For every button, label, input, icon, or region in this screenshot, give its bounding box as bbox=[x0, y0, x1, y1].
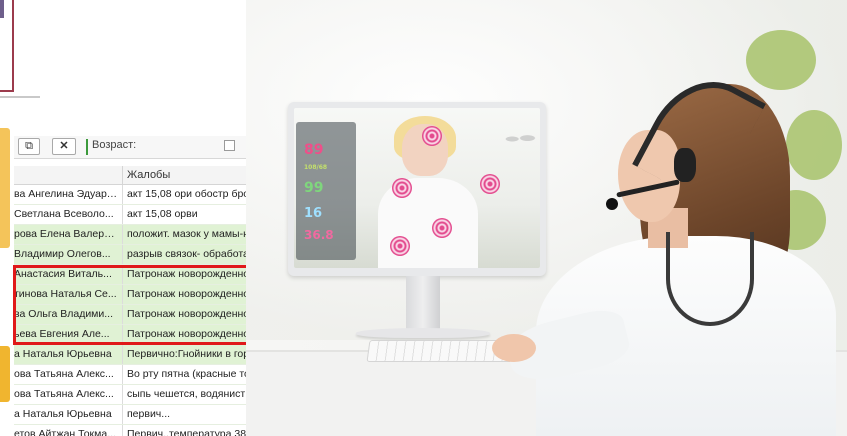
scan-target-icon bbox=[422, 126, 442, 146]
column-divider bbox=[122, 365, 123, 384]
age-filter-label: Возраст: bbox=[92, 139, 137, 151]
patient-name-cell[interactable]: ова Татьяна Алекс... bbox=[14, 388, 120, 400]
column-divider bbox=[122, 425, 123, 436]
doctor-hand bbox=[492, 334, 536, 362]
column-divider bbox=[122, 305, 123, 324]
patient-name-cell[interactable]: Анастасия Виталь... bbox=[14, 268, 120, 280]
scan-target-icon bbox=[432, 218, 452, 238]
copy-button[interactable]: ⧉ bbox=[18, 138, 40, 155]
plant-foliage bbox=[746, 30, 816, 90]
scan-target-icon bbox=[480, 174, 500, 194]
column-divider bbox=[122, 185, 123, 204]
temperature-value: 36.8 bbox=[304, 228, 334, 242]
patient-name-cell[interactable]: Светлана Всеволо... bbox=[14, 208, 120, 220]
column-divider bbox=[122, 345, 123, 364]
patient-name-cell[interactable]: ва Ангелина Эдуард... bbox=[14, 188, 120, 200]
oxygen-value: 99 bbox=[304, 180, 324, 196]
world-map-icon bbox=[502, 130, 536, 148]
column-divider bbox=[122, 225, 123, 244]
column-divider bbox=[122, 245, 123, 264]
patient-name-cell[interactable]: ова Татьяна Алекс... bbox=[14, 368, 120, 380]
patient-name-cell[interactable]: рова Елена Валерье... bbox=[14, 228, 120, 240]
headset-microphone bbox=[606, 198, 618, 210]
computer-monitor: 89 108/68 99 16 36.8 bbox=[288, 102, 546, 276]
medical-records-app: ⧉ ✕ Возраст: Жалобы ва Ангелина Эдуард..… bbox=[0, 0, 288, 436]
window-frame-corner bbox=[0, 0, 14, 92]
telemedicine-photo: 89 108/68 99 16 36.8 bbox=[246, 0, 847, 436]
column-divider bbox=[122, 285, 123, 304]
respiration-value: 16 bbox=[304, 206, 323, 221]
column-divider bbox=[122, 265, 123, 284]
column-divider bbox=[122, 405, 123, 424]
patient-name-cell[interactable]: етов Айтжан Токма... bbox=[14, 428, 120, 436]
monitor-stand bbox=[406, 276, 440, 334]
patient-name-cell[interactable]: ва Ольга Владими... bbox=[14, 308, 120, 320]
heart-rate-value: 89 bbox=[304, 142, 324, 158]
patient-name-cell[interactable]: а Наталья Юрьевна bbox=[14, 408, 120, 420]
scan-target-icon bbox=[390, 236, 410, 256]
blood-pressure-value: 108/68 bbox=[304, 164, 328, 171]
headset-earpiece bbox=[674, 148, 696, 182]
vitals-panel: 89 108/68 99 16 36.8 bbox=[296, 122, 356, 260]
column-divider[interactable] bbox=[122, 166, 123, 184]
sidebar-tab-marker[interactable] bbox=[0, 346, 10, 402]
patient-name-cell[interactable]: а Наталья Юрьевна bbox=[14, 348, 120, 360]
divider bbox=[0, 96, 40, 98]
toolbar-separator bbox=[86, 139, 88, 155]
sidebar-tab-marker[interactable] bbox=[0, 128, 10, 248]
age-filter-checkbox[interactable] bbox=[224, 140, 235, 151]
delete-button[interactable]: ✕ bbox=[52, 138, 76, 155]
column-header-complaints[interactable]: Жалобы bbox=[127, 169, 170, 181]
video-call-screen: 89 108/68 99 16 36.8 bbox=[294, 108, 540, 268]
monitor-base bbox=[356, 328, 490, 338]
column-divider bbox=[122, 385, 123, 404]
patient-name-cell[interactable]: Владимир Олегов... bbox=[14, 248, 120, 260]
column-divider bbox=[122, 325, 123, 344]
stethoscope bbox=[666, 232, 754, 326]
scan-target-icon bbox=[392, 178, 412, 198]
column-divider bbox=[122, 205, 123, 224]
patient-name-cell[interactable]: ьева Евгения Але... bbox=[14, 328, 120, 340]
plant-foliage bbox=[786, 110, 842, 180]
patient-name-cell[interactable]: тинова Наталья Се... bbox=[14, 288, 120, 300]
